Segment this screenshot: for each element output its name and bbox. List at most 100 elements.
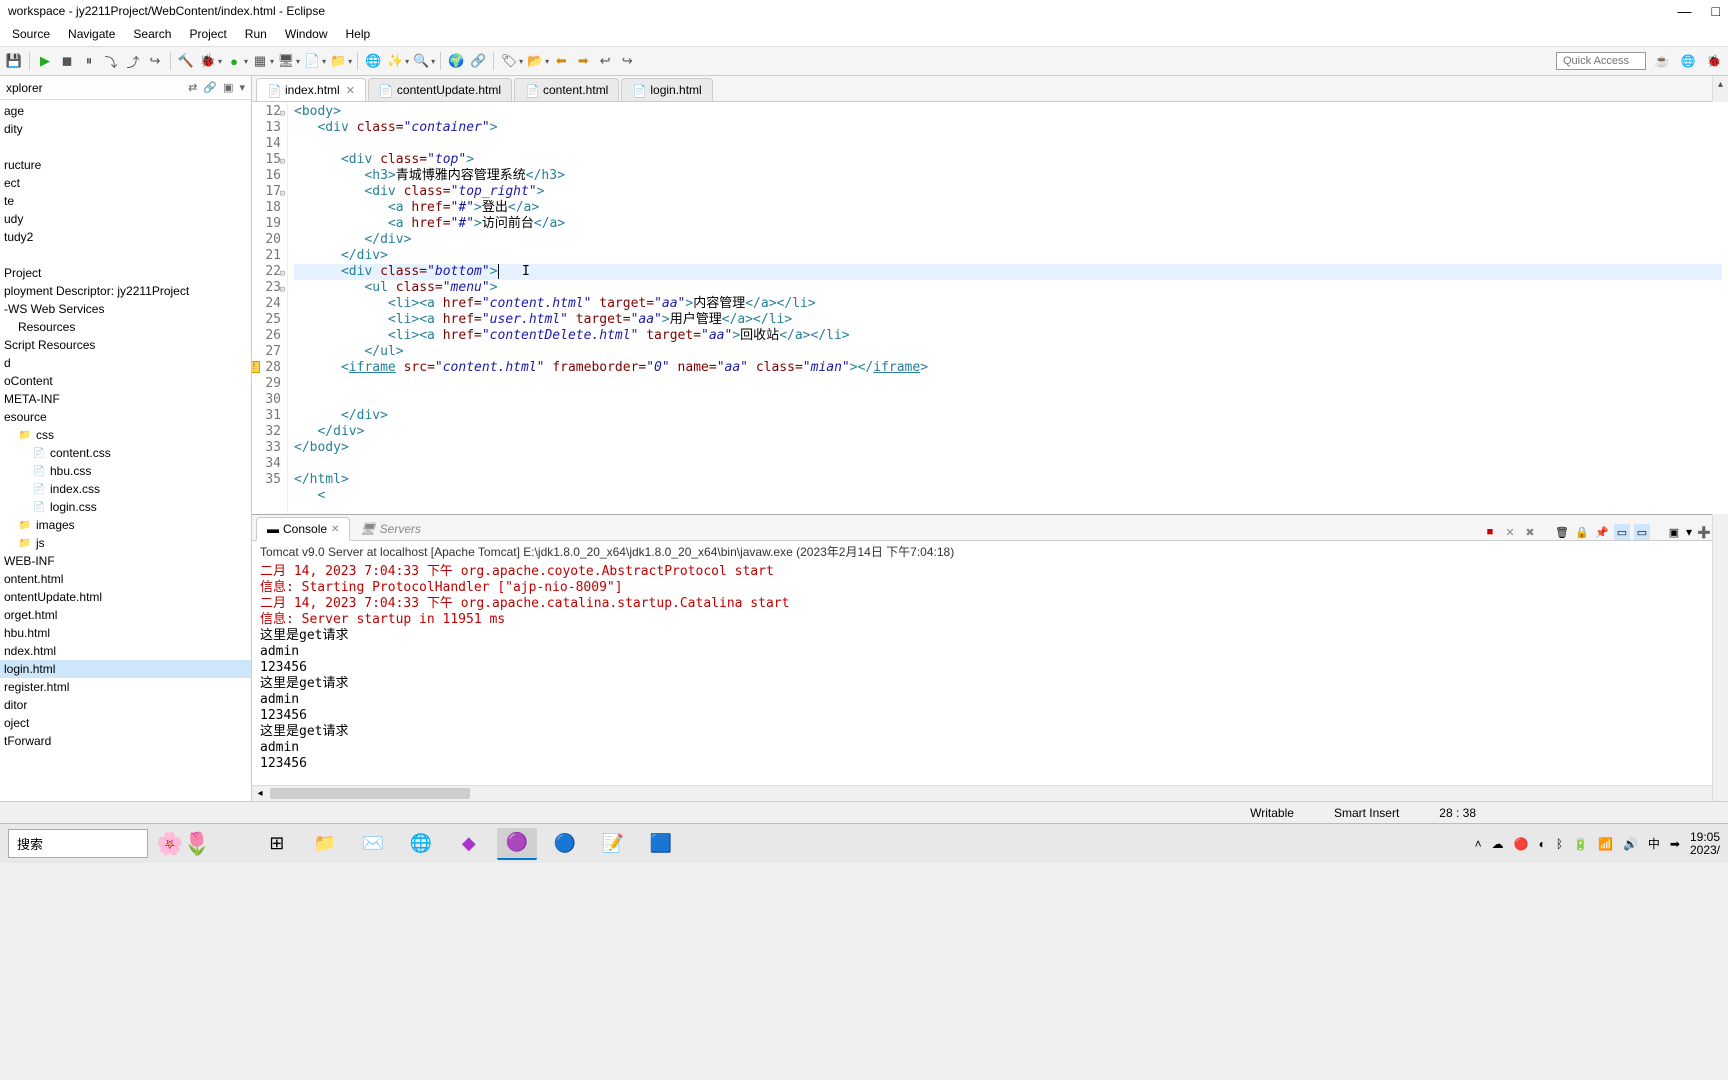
chevron-down-icon[interactable]: ▾ bbox=[270, 57, 274, 66]
code-line[interactable]: <li><a href="user.html" target="aa">用户管理… bbox=[294, 312, 1722, 328]
tree-item[interactable]: ployment Descriptor: jy2211Project bbox=[0, 282, 251, 300]
chevron-down-icon[interactable]: ▾ bbox=[545, 57, 549, 66]
forward-icon[interactable]: ➡ bbox=[573, 51, 593, 71]
display-icon[interactable]: ▭ bbox=[1614, 524, 1630, 540]
link-icon[interactable]: 🔗 bbox=[203, 81, 217, 94]
tree-item[interactable]: Script Resources bbox=[0, 336, 251, 354]
code-line[interactable]: <a href="#">访问前台</a> bbox=[294, 216, 1722, 232]
collapse-icon[interactable]: ⇄ bbox=[188, 81, 197, 94]
chevron-down-icon[interactable]: ▾ bbox=[405, 57, 409, 66]
perspective-debug-icon[interactable]: 🐞 bbox=[1704, 51, 1724, 71]
tree-item[interactable]: login.html bbox=[0, 660, 251, 678]
stop-icon[interactable]: ◼ bbox=[57, 51, 77, 71]
console-output[interactable]: 二月 14, 2023 7:04:33 下午 org.apache.coyote… bbox=[252, 562, 1728, 785]
debug-icon[interactable]: 🐞 bbox=[198, 51, 218, 71]
tab-servers[interactable]: 🖥 Servers bbox=[350, 518, 431, 540]
wifi-icon[interactable]: 📶 bbox=[1598, 837, 1613, 851]
code-line[interactable]: <li><a href="contentDelete.html" target=… bbox=[294, 328, 1722, 344]
tree-item[interactable]: register.html bbox=[0, 678, 251, 696]
menu-help[interactable]: Help bbox=[338, 25, 379, 43]
minimize-button[interactable]: — bbox=[1678, 3, 1692, 19]
code-line[interactable]: <div class="container"> bbox=[294, 120, 1722, 136]
code-line[interactable]: </div> bbox=[294, 248, 1722, 264]
clock[interactable]: 19:05 2023/ bbox=[1690, 831, 1720, 857]
file-explorer-icon[interactable]: 📁 bbox=[305, 828, 345, 860]
chevron-up-icon[interactable]: ˄ bbox=[1475, 837, 1482, 851]
tree-item[interactable]: Project bbox=[0, 264, 251, 282]
code-line[interactable]: <h3>青城博雅内容管理系统</h3> bbox=[294, 168, 1722, 184]
tab-contentupdate-html[interactable]: 📄 contentUpdate.html bbox=[368, 78, 512, 101]
code-line[interactable]: </div> bbox=[294, 408, 1722, 424]
browser-icon[interactable]: 🔵 bbox=[545, 828, 585, 860]
explorer-tree[interactable]: agedity ructureectteudytudy2 Projectployme… bbox=[0, 100, 251, 801]
play-icon[interactable]: ▶ bbox=[35, 51, 55, 71]
tab-content-html[interactable]: 📄 content.html bbox=[514, 78, 619, 101]
code-line[interactable]: <ul class="menu"> bbox=[294, 280, 1722, 296]
code-line[interactable] bbox=[294, 376, 1722, 392]
code-line[interactable]: <li><a href="content.html" target="aa">内… bbox=[294, 296, 1722, 312]
link-icon[interactable]: 🔗 bbox=[468, 51, 488, 71]
clear-icon[interactable]: 🗑 bbox=[1554, 524, 1570, 540]
back-icon[interactable]: ⬅ bbox=[551, 51, 571, 71]
open-console-icon[interactable]: ▣ bbox=[1666, 524, 1682, 540]
chevron-down-icon[interactable]: ▾ bbox=[348, 57, 352, 66]
chevron-down-icon[interactable]: ▾ bbox=[519, 57, 523, 66]
tree-item[interactable]: udy bbox=[0, 210, 251, 228]
tree-item[interactable]: orget.html bbox=[0, 606, 251, 624]
step-icon[interactable]: ↪ bbox=[145, 51, 165, 71]
tag-icon[interactable]: 🏷 bbox=[499, 51, 519, 71]
close-icon[interactable]: ✕ bbox=[346, 84, 355, 97]
tree-item[interactable]: ect bbox=[0, 174, 251, 192]
tree-item[interactable]: tudy2 bbox=[0, 228, 251, 246]
menu-navigate[interactable]: Navigate bbox=[60, 25, 123, 43]
mail-icon[interactable]: ✉️ bbox=[353, 828, 393, 860]
app-icon[interactable]: 🟦 bbox=[641, 828, 681, 860]
chevron-down-icon[interactable]: ▾ bbox=[218, 57, 222, 66]
tree-item[interactable]: -WS Web Services bbox=[0, 300, 251, 318]
tree-item[interactable] bbox=[0, 138, 251, 156]
run-icon[interactable]: ● bbox=[224, 51, 244, 71]
notes-icon[interactable]: 📝 bbox=[593, 828, 633, 860]
ime-mode[interactable]: ➡ bbox=[1670, 837, 1680, 851]
tree-item[interactable]: oject bbox=[0, 714, 251, 732]
code-line[interactable]: </body> bbox=[294, 440, 1722, 456]
quick-access-input[interactable] bbox=[1556, 52, 1646, 70]
tree-item[interactable]: WEB-INF bbox=[0, 552, 251, 570]
tree-item[interactable]: 📁images bbox=[0, 516, 251, 534]
battery-icon[interactable]: 🔋 bbox=[1573, 837, 1588, 851]
code-line[interactable]: </div> bbox=[294, 424, 1722, 440]
perspective-jee-icon[interactable]: 🌐 bbox=[1678, 51, 1698, 71]
tree-item[interactable]: esource bbox=[0, 408, 251, 426]
code-line[interactable] bbox=[294, 136, 1722, 152]
volume-icon[interactable]: 🔊 bbox=[1623, 837, 1638, 851]
code-line[interactable]: <a href="#">登出</a> bbox=[294, 200, 1722, 216]
code-line[interactable]: <div class="top"> bbox=[294, 152, 1722, 168]
scroll-left-icon[interactable]: ◂ bbox=[252, 786, 268, 801]
build-icon[interactable]: 🔨 bbox=[176, 51, 196, 71]
code-line[interactable]: <div class="bottom"> I bbox=[294, 264, 1722, 280]
tree-item[interactable]: age bbox=[0, 102, 251, 120]
focus-icon[interactable]: ▣ bbox=[223, 81, 233, 94]
tray-icon[interactable]: ◐ bbox=[1539, 837, 1546, 851]
code-line[interactable] bbox=[294, 456, 1722, 472]
display-icon[interactable]: ▭ bbox=[1634, 524, 1650, 540]
tree-item[interactable]: 📁js bbox=[0, 534, 251, 552]
wand-icon[interactable]: ✨ bbox=[385, 51, 405, 71]
terminate-icon[interactable]: ■ bbox=[1482, 524, 1498, 540]
menu-icon[interactable]: ▾ bbox=[239, 81, 245, 94]
scroll-lock-icon[interactable]: 🔒 bbox=[1574, 524, 1590, 540]
tray-icon[interactable]: 🔴 bbox=[1514, 837, 1529, 851]
save-icon[interactable]: 💾 bbox=[4, 51, 24, 71]
menu-source[interactable]: Source bbox=[4, 25, 58, 43]
tree-item[interactable]: oContent bbox=[0, 372, 251, 390]
tree-item[interactable]: ontentUpdate.html bbox=[0, 588, 251, 606]
tab-login-html[interactable]: 📄 login.html bbox=[621, 78, 712, 101]
search-icon[interactable]: 🔍 bbox=[411, 51, 431, 71]
tree-item[interactable]: te bbox=[0, 192, 251, 210]
tree-item[interactable]: ructure bbox=[0, 156, 251, 174]
new-icon[interactable]: 📄 bbox=[302, 51, 322, 71]
scroll-up-icon[interactable]: ▴ bbox=[1713, 76, 1728, 92]
new-console-icon[interactable]: ➕ bbox=[1696, 524, 1712, 540]
tree-item[interactable]: dity bbox=[0, 120, 251, 138]
globe-icon[interactable]: 🌐 bbox=[363, 51, 383, 71]
